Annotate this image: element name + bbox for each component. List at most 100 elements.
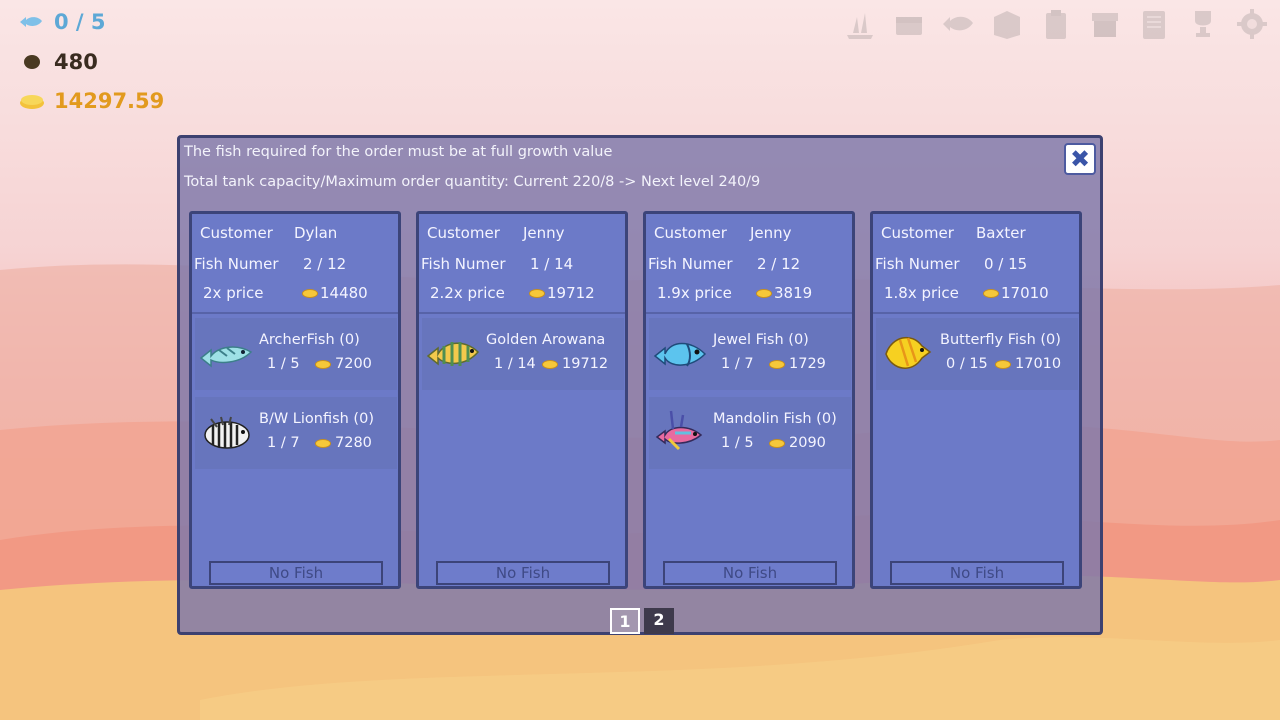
fish-name: Mandolin Fish (0)	[713, 411, 837, 427]
tank-capacity-text: Total tank capacity/Maximum order quanti…	[184, 174, 761, 190]
box-icon[interactable]	[989, 6, 1025, 42]
no-fish-button[interactable]: No Fish	[663, 561, 837, 585]
trophy-icon[interactable]	[1185, 6, 1221, 42]
fish-icon	[20, 17, 42, 27]
no-fish-button[interactable]: No Fish	[209, 561, 383, 585]
pagination: 1 2	[610, 608, 674, 634]
fish-number-label: Fish Numer	[194, 255, 279, 273]
fish-item: Mandolin Fish (0) 1 / 5 2090	[649, 397, 851, 469]
fish-item: B/W Lionfish (0) 1 / 7 7280	[195, 397, 397, 469]
food-pellet-icon	[24, 55, 40, 69]
fish-icon[interactable]	[940, 6, 976, 42]
archerfish-icon	[199, 346, 253, 368]
fish-number-label: Fish Numer	[421, 255, 506, 273]
order-card: Customer Jenny Fish Numer 1 / 14 2.2x pr…	[416, 211, 628, 589]
order-cards: Customer Dylan Fish Numer 2 / 12 2x pric…	[189, 211, 1082, 589]
fish-name: Butterfly Fish (0)	[940, 332, 1061, 348]
close-button[interactable]: ✖	[1064, 143, 1096, 175]
butterflyfish-icon	[885, 336, 932, 369]
fish-item: ArcherFish (0) 1 / 5 7200	[195, 318, 397, 390]
order-total: 3819	[756, 284, 812, 302]
fish-qty: 1 / 14	[494, 356, 536, 372]
order-header: Customer Baxter Fish Numer 0 / 15 1.8x p…	[873, 214, 1079, 314]
order-header: Customer Jenny Fish Numer 2 / 12 1.9x pr…	[646, 214, 852, 314]
fish-qty: 1 / 7	[267, 435, 300, 451]
lionfish-icon	[204, 416, 250, 449]
customer-label: Customer	[427, 224, 500, 242]
fish-number-value: 0 / 15	[984, 255, 1028, 273]
fish-price: 17010	[995, 356, 1061, 372]
food-display: 480	[18, 50, 98, 74]
fish-number-label: Fish Numer	[875, 255, 960, 273]
no-fish-button[interactable]: No Fish	[436, 561, 610, 585]
gold-coin-icon	[315, 438, 331, 448]
gold-coin-icon	[302, 288, 318, 298]
fish-qty: 1 / 5	[721, 435, 754, 451]
customer-label: Customer	[881, 224, 954, 242]
order-rule-text: The fish required for the order must be …	[184, 144, 613, 160]
customer-name: Jenny	[750, 224, 792, 242]
fish-name: B/W Lionfish (0)	[259, 411, 374, 427]
gear-icon[interactable]	[1234, 6, 1270, 42]
arowana-icon	[426, 342, 480, 366]
order-header: Customer Jenny Fish Numer 1 / 14 2.2x pr…	[419, 214, 625, 314]
gold-coin-icon	[315, 359, 331, 369]
order-card: Customer Dylan Fish Numer 2 / 12 2x pric…	[189, 211, 401, 589]
fish-name: Golden Arowana	[486, 332, 606, 348]
order-header: Customer Dylan Fish Numer 2 / 12 2x pric…	[192, 214, 398, 314]
customer-label: Customer	[200, 224, 273, 242]
fish-item: Jewel Fish (0) 1 / 7 1729	[649, 318, 851, 390]
fish-qty: 0 / 15	[946, 356, 988, 372]
fish-price: 7280	[315, 435, 372, 451]
price-multiplier: 1.9x price	[657, 284, 732, 302]
gold-coin-icon	[983, 288, 999, 298]
decor-icon[interactable]	[842, 6, 878, 42]
food-value: 480	[54, 50, 98, 74]
fish-item: Butterfly Fish (0) 0 / 15 17010	[876, 318, 1078, 390]
order-total: 14480	[302, 284, 368, 302]
mandolinfish-icon	[655, 410, 703, 451]
page-1-button[interactable]: 1	[610, 608, 640, 634]
book-icon[interactable]	[1136, 6, 1172, 42]
order-total: 17010	[983, 284, 1049, 302]
price-multiplier: 2x price	[203, 284, 264, 302]
fish-price: 7200	[315, 356, 372, 372]
gold-coin-icon	[529, 288, 545, 298]
clipboard-icon[interactable]	[1038, 6, 1074, 42]
price-multiplier: 1.8x price	[884, 284, 959, 302]
fish-name: ArcherFish (0)	[259, 332, 360, 348]
order-total: 19712	[529, 284, 595, 302]
customer-name: Jenny	[523, 224, 565, 242]
customer-label: Customer	[654, 224, 727, 242]
page-2-button[interactable]: 2	[644, 608, 674, 634]
fish-price: 1729	[769, 356, 826, 372]
jewelfish-icon	[653, 342, 707, 367]
gold-display: 14297.59	[18, 89, 164, 113]
no-fish-button[interactable]: No Fish	[890, 561, 1064, 585]
order-card: Customer Jenny Fish Numer 2 / 12 1.9x pr…	[643, 211, 855, 589]
gold-coin-icon	[769, 359, 785, 369]
price-multiplier: 2.2x price	[430, 284, 505, 302]
chest-icon[interactable]	[891, 6, 927, 42]
orders-dialog: The fish required for the order must be …	[177, 135, 1103, 635]
gold-value: 14297.59	[54, 89, 165, 113]
gold-coin-icon	[20, 95, 44, 109]
fish-count-display: 0 / 5	[18, 10, 106, 34]
gold-coin-icon	[995, 359, 1011, 369]
gold-coin-icon	[769, 438, 785, 448]
fish-number-value: 2 / 12	[757, 255, 801, 273]
customer-name: Dylan	[294, 224, 338, 242]
fish-item: Golden Arowana 1 / 14 19712	[422, 318, 624, 390]
gold-coin-icon	[756, 288, 772, 298]
fish-price: 2090	[769, 435, 826, 451]
fish-price: 19712	[542, 356, 608, 372]
fish-qty: 1 / 7	[721, 356, 754, 372]
order-card: Customer Baxter Fish Numer 0 / 15 1.8x p…	[870, 211, 1082, 589]
fish-number-label: Fish Numer	[648, 255, 733, 273]
fish-number-value: 2 / 12	[303, 255, 347, 273]
shop-icon[interactable]	[1087, 6, 1123, 42]
top-toolbar	[842, 6, 1270, 42]
fish-count-value: 0 / 5	[54, 10, 106, 34]
fish-name: Jewel Fish (0)	[713, 332, 809, 348]
gold-coin-icon	[542, 359, 558, 369]
